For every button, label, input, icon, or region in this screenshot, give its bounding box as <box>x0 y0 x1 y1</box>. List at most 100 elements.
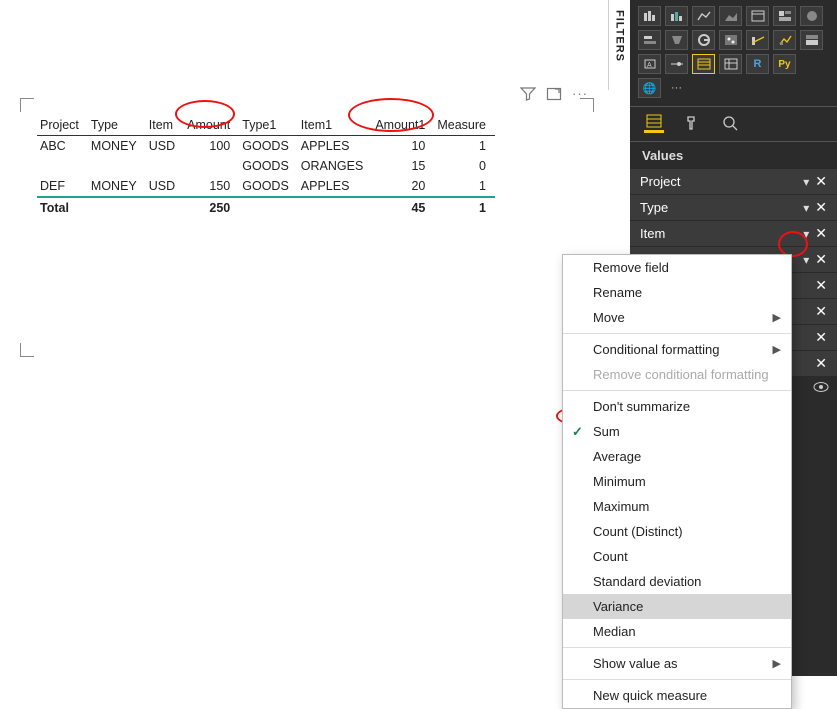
viz-chip[interactable] <box>665 30 688 50</box>
viz-chip[interactable] <box>746 30 769 50</box>
chevron-down-icon[interactable]: ▾ <box>801 175 811 189</box>
field-well-label: Item <box>640 226 801 241</box>
table-viz-chip-selected[interactable] <box>692 54 715 74</box>
menu-dont-summarize[interactable]: Don't summarize <box>563 394 791 419</box>
analytics-tab-icon[interactable] <box>720 113 740 133</box>
remove-field-icon[interactable]: ✕ <box>811 329 831 346</box>
menu-conditional-formatting[interactable]: Conditional formatting▶ <box>563 337 791 362</box>
menu-rename[interactable]: Rename <box>563 280 791 305</box>
table-row: GOODS ORANGES 15 0 <box>37 156 495 176</box>
submenu-arrow-icon: ▶ <box>773 311 781 324</box>
r-script-viz-chip[interactable]: R <box>746 54 769 74</box>
table-row: DEF MONEY USD 150 GOODS APPLES 20 1 <box>37 176 495 197</box>
chevron-down-icon[interactable]: ▾ <box>801 227 811 241</box>
cell: ORANGES <box>298 156 373 176</box>
filter-icon[interactable] <box>520 86 536 105</box>
viz-chip[interactable] <box>719 30 742 50</box>
field-well-type[interactable]: Type ▾ ✕ <box>630 195 837 221</box>
filters-rail[interactable]: FILTERS <box>608 0 630 90</box>
cell <box>184 156 239 176</box>
remove-field-icon[interactable]: ✕ <box>811 251 831 268</box>
cell <box>37 156 88 176</box>
arcgis-viz-chip[interactable]: 🌐 <box>638 78 661 98</box>
col-project[interactable]: Project <box>37 115 88 136</box>
viz-chip[interactable] <box>665 54 688 74</box>
report-canvas[interactable]: FILTERS ··· Project Type Item Amount Typ… <box>0 0 630 676</box>
viz-chip[interactable] <box>773 30 796 50</box>
viz-chip[interactable] <box>638 6 661 26</box>
col-item1[interactable]: Item1 <box>298 115 373 136</box>
viz-chip[interactable] <box>800 6 823 26</box>
viz-chip[interactable] <box>638 30 661 50</box>
menu-count-distinct[interactable]: Count (Distinct) <box>563 519 791 544</box>
cell: 10 <box>372 136 434 157</box>
viz-chip[interactable]: A <box>638 54 661 74</box>
cell: USD <box>146 176 184 197</box>
menu-move[interactable]: Move▶ <box>563 305 791 330</box>
viz-chip[interactable] <box>719 54 742 74</box>
total-measure: 1 <box>434 197 495 218</box>
table-visual-frame[interactable]: Project Type Item Amount Type1 Item1 Amo… <box>27 105 587 350</box>
menu-variance[interactable]: Variance <box>563 594 791 619</box>
col-item[interactable]: Item <box>146 115 184 136</box>
remove-field-icon[interactable]: ✕ <box>811 199 831 216</box>
selection-handle-tl[interactable] <box>20 98 34 112</box>
focus-mode-icon[interactable] <box>546 86 562 105</box>
table-row: ABC MONEY USD 100 GOODS APPLES 10 1 <box>37 136 495 157</box>
cell: APPLES <box>298 136 373 157</box>
cell: 20 <box>372 176 434 197</box>
menu-sum[interactable]: Sum <box>563 419 791 444</box>
col-measure[interactable]: Measure <box>434 115 495 136</box>
filters-label: FILTERS <box>614 10 626 62</box>
menu-separator <box>563 647 791 648</box>
menu-average[interactable]: Average <box>563 444 791 469</box>
menu-count[interactable]: Count <box>563 544 791 569</box>
chevron-down-icon[interactable]: ▾ <box>801 201 811 215</box>
menu-remove-field[interactable]: Remove field <box>563 255 791 280</box>
cell: 1 <box>434 136 495 157</box>
field-well-label: Type <box>640 200 801 215</box>
remove-field-icon[interactable]: ✕ <box>811 225 831 242</box>
menu-label: Conditional formatting <box>593 342 719 357</box>
menu-separator <box>563 390 791 391</box>
format-tab-icon[interactable] <box>682 113 702 133</box>
viz-chip[interactable] <box>719 6 742 26</box>
cell: 1 <box>434 176 495 197</box>
remove-field-icon[interactable]: ✕ <box>811 355 831 372</box>
chevron-down-icon[interactable]: ▾ <box>801 253 811 267</box>
python-viz-chip[interactable]: Py <box>773 54 796 74</box>
cell <box>88 156 146 176</box>
total-amount: 250 <box>184 197 239 218</box>
selection-handle-bl[interactable] <box>20 343 34 357</box>
viz-chip[interactable] <box>692 6 715 26</box>
menu-median[interactable]: Median <box>563 619 791 644</box>
col-amount[interactable]: Amount <box>184 115 239 136</box>
remove-field-icon[interactable]: ✕ <box>811 303 831 320</box>
col-amount1[interactable]: Amount1 <box>372 115 434 136</box>
field-well-project[interactable]: Project ▾ ✕ <box>630 169 837 195</box>
remove-field-icon[interactable]: ✕ <box>811 277 831 294</box>
viz-chip[interactable] <box>746 6 769 26</box>
menu-show-value-as[interactable]: Show value as▶ <box>563 651 791 676</box>
more-viz-icon[interactable]: ··· <box>665 78 688 98</box>
cell: APPLES <box>298 176 373 197</box>
menu-label: Show value as <box>593 656 678 671</box>
col-type1[interactable]: Type1 <box>239 115 298 136</box>
selection-handle-tr[interactable] <box>580 98 594 112</box>
menu-minimum[interactable]: Minimum <box>563 469 791 494</box>
col-type[interactable]: Type <box>88 115 146 136</box>
field-well-label: Project <box>640 174 801 189</box>
data-table: Project Type Item Amount Type1 Item1 Amo… <box>37 115 495 218</box>
viz-chip[interactable] <box>665 6 688 26</box>
viz-chip[interactable] <box>773 6 796 26</box>
menu-standard-deviation[interactable]: Standard deviation <box>563 569 791 594</box>
menu-new-quick-measure[interactable]: New quick measure <box>563 683 791 708</box>
viz-chip[interactable] <box>800 30 823 50</box>
viz-chip[interactable] <box>692 30 715 50</box>
cell: DEF <box>37 176 88 197</box>
remove-field-icon[interactable]: ✕ <box>811 173 831 190</box>
field-well-item[interactable]: Item ▾ ✕ <box>630 221 837 247</box>
total-amount1: 45 <box>372 197 434 218</box>
fields-tab-icon[interactable] <box>644 113 664 133</box>
menu-maximum[interactable]: Maximum <box>563 494 791 519</box>
